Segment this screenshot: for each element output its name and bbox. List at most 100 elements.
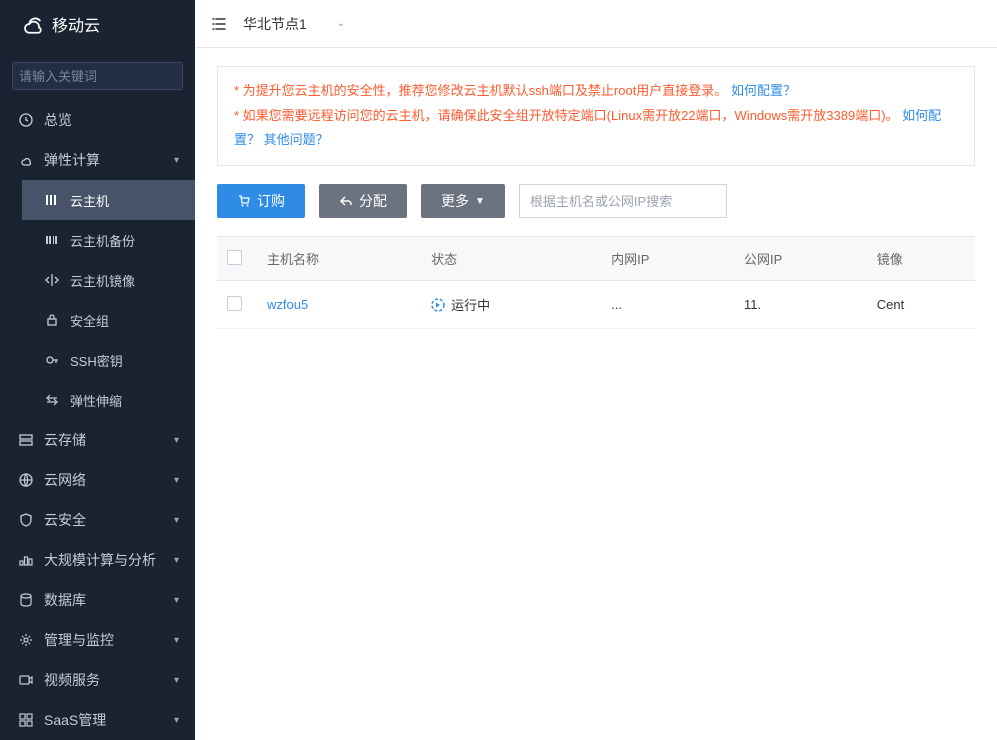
- col-status: 状态: [421, 237, 601, 281]
- button-label: 更多: [441, 191, 469, 211]
- nav-security[interactable]: 云安全 ▾: [0, 500, 195, 540]
- chevron-down-icon: ▾: [174, 595, 179, 606]
- sidebar-nav: 总览 弹性计算 ▾ 云主机 云主机备份 云主机镜像: [0, 100, 195, 740]
- select-all-checkbox[interactable]: [227, 250, 242, 265]
- caret-down-icon: ▼: [475, 196, 485, 207]
- cloud-icon: [18, 152, 34, 168]
- topbar: 华北节点1 ⌄: [195, 0, 997, 48]
- col-public-ip: 公网IP: [734, 237, 867, 281]
- vm-table: 主机名称 状态 内网IP 公网IP 镜像 wzfou5: [217, 236, 975, 329]
- nav-label: 云主机镜像: [70, 271, 135, 290]
- gear-icon: [18, 632, 34, 648]
- order-button[interactable]: 订购: [217, 184, 305, 218]
- nav-monitor[interactable]: 管理与监控 ▾: [0, 620, 195, 660]
- globe-icon: [18, 472, 34, 488]
- app-icon: [18, 712, 34, 728]
- warning-text: * 如果您需要远程访问您的云主机，请确保此安全组开放特定端口(Linux需开放2…: [234, 108, 899, 123]
- nav-label: 云存储: [44, 430, 86, 450]
- server-icon: [44, 192, 60, 208]
- sidebar: 移动云 总览 弹性计算 ▾ 云主机: [0, 0, 195, 740]
- warning-line-1: * 为提升您云主机的安全性，推荐您修改云主机默认ssh端口及禁止root用户直接…: [234, 79, 958, 104]
- nav-bigdata[interactable]: 大规模计算与分析 ▾: [0, 540, 195, 580]
- nav-label: 云网络: [44, 470, 86, 490]
- col-private-ip: 内网IP: [601, 237, 734, 281]
- more-button[interactable]: 更多 ▼: [421, 184, 505, 218]
- chevron-down-icon: ▾: [174, 715, 179, 726]
- nav-label: 云主机: [70, 191, 109, 210]
- clock-icon: [18, 112, 34, 128]
- brand-name: 移动云: [52, 12, 100, 36]
- chevron-down-icon: ▾: [174, 555, 179, 566]
- action-bar: 订购 分配 更多 ▼: [217, 184, 975, 218]
- reply-icon: [339, 194, 353, 208]
- button-label: 订购: [257, 191, 285, 211]
- nav-label: 云安全: [44, 510, 86, 530]
- region-label: 华北节点1: [243, 14, 307, 34]
- nav-network[interactable]: 云网络 ▾: [0, 460, 195, 500]
- nav-label: SSH密钥: [70, 351, 123, 370]
- status-cell: 运行中: [431, 295, 591, 314]
- nav-overview[interactable]: 总览: [0, 100, 195, 140]
- chevron-down-icon: ▾: [174, 435, 179, 446]
- warning-panel: * 为提升您云主机的安全性，推荐您修改云主机默认ssh端口及禁止root用户直接…: [217, 66, 975, 166]
- chevron-down-icon: ⌄: [337, 18, 345, 29]
- nav-label: 安全组: [70, 311, 109, 330]
- nav-label: 视频服务: [44, 670, 100, 690]
- nav-storage[interactable]: 云存储 ▾: [0, 420, 195, 460]
- image-value: Cent: [877, 297, 904, 312]
- chevron-down-icon: ▾: [174, 675, 179, 686]
- nav-ssh-key[interactable]: SSH密钥: [22, 340, 195, 380]
- nav-elastic-compute[interactable]: 弹性计算 ▾: [0, 140, 195, 180]
- lock-icon: [44, 312, 60, 328]
- nav-label: 弹性伸缩: [70, 391, 122, 410]
- cloud-logo-icon: [18, 10, 46, 38]
- config-link[interactable]: 如何配置？: [731, 83, 796, 98]
- storage-icon: [18, 432, 34, 448]
- cart-icon: [237, 194, 251, 208]
- page-content: * 为提升您云主机的安全性，推荐您修改云主机默认ssh端口及禁止root用户直接…: [195, 48, 997, 347]
- analytics-icon: [18, 552, 34, 568]
- nav-security-group[interactable]: 安全组: [22, 300, 195, 340]
- key-icon: [44, 352, 60, 368]
- region-selector[interactable]: 华北节点1 ⌄: [243, 14, 345, 34]
- button-label: 分配: [359, 191, 387, 211]
- nav-label: 弹性计算: [44, 150, 100, 170]
- chevron-down-icon: ▾: [174, 515, 179, 526]
- table-row: wzfou5 运行中 ... 11. Cent: [217, 281, 975, 329]
- nav-video[interactable]: 视频服务 ▾: [0, 660, 195, 700]
- table-header-row: 主机名称 状态 内网IP 公网IP 镜像: [217, 237, 975, 281]
- warning-text: * 为提升您云主机的安全性，推荐您修改云主机默认ssh端口及禁止root用户直接…: [234, 83, 727, 98]
- status-text: 运行中: [451, 295, 490, 314]
- nav-elastic-scale[interactable]: 弹性伸缩: [22, 380, 195, 420]
- col-name: 主机名称: [257, 237, 421, 281]
- filter-input[interactable]: [519, 184, 727, 218]
- nav-vm-backup[interactable]: 云主机备份: [22, 220, 195, 260]
- nav-vm-image[interactable]: 云主机镜像: [22, 260, 195, 300]
- nav-label: 大规模计算与分析: [44, 550, 156, 570]
- nav-saas[interactable]: SaaS管理 ▾: [0, 700, 195, 740]
- scale-icon: [44, 392, 60, 408]
- backup-icon: [44, 232, 60, 248]
- main-content: 华北节点1 ⌄ * 为提升您云主机的安全性，推荐您修改云主机默认ssh端口及禁止…: [195, 0, 997, 740]
- video-icon: [18, 672, 34, 688]
- nav-label: SaaS管理: [44, 710, 106, 730]
- nav-vm[interactable]: 云主机: [22, 180, 195, 220]
- faq-link[interactable]: 其他问题？: [264, 132, 329, 147]
- chevron-down-icon: ▾: [174, 635, 179, 646]
- row-checkbox[interactable]: [227, 296, 242, 311]
- nav-elastic-submenu: 云主机 云主机备份 云主机镜像 安全组 SSH密钥: [0, 180, 195, 420]
- database-icon: [18, 592, 34, 608]
- public-ip-value: 11.: [744, 297, 761, 312]
- private-ip-value: ...: [611, 297, 622, 312]
- mirror-icon: [44, 272, 60, 288]
- sidebar-search[interactable]: [12, 62, 183, 90]
- nav-label: 管理与监控: [44, 630, 114, 650]
- menu-toggle-icon[interactable]: [209, 14, 229, 34]
- nav-label: 数据库: [44, 590, 86, 610]
- chevron-down-icon: ▾: [174, 155, 179, 166]
- nav-database[interactable]: 数据库 ▾: [0, 580, 195, 620]
- nav-label: 总览: [44, 110, 72, 130]
- allocate-button[interactable]: 分配: [319, 184, 407, 218]
- vm-name-link[interactable]: wzfou5: [267, 297, 308, 312]
- sidebar-search-input[interactable]: [19, 69, 195, 84]
